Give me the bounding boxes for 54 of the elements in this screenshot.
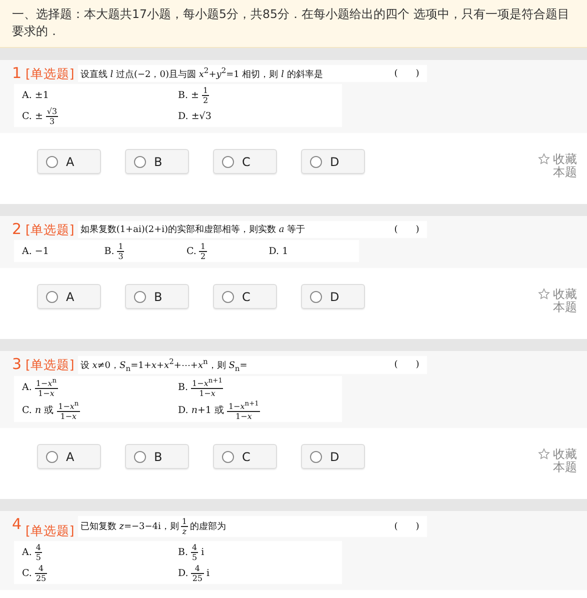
question-text: 如果复数(1+ai)(2+i)的实部和虚部相等，则实数 a 等于: [80, 224, 306, 236]
question-number: 2: [12, 221, 22, 238]
star-icon[interactable]: [538, 153, 550, 165]
choice-text: D. n+1 或 1−x$^{n+1}$ 1−x: [178, 399, 260, 422]
star-icon[interactable]: [538, 288, 550, 300]
answer-option[interactable]: B: [125, 444, 189, 470]
choice-text: A. −1: [22, 244, 49, 258]
answer-blank: ( ): [394, 224, 420, 236]
question-type-tag: [单选题]: [26, 65, 74, 82]
favorite-link[interactable]: 收藏本题: [552, 448, 577, 474]
choice-text: A. 1−x$^{n}$ 1−x: [22, 376, 58, 398]
radio-button[interactable]: [46, 450, 58, 463]
answer-option[interactable]: A: [37, 284, 101, 309]
choice-text: D. 1: [268, 244, 288, 258]
question-number: 1: [12, 65, 22, 82]
radio-button[interactable]: [310, 156, 322, 168]
question-type-tag: [单选题]: [26, 221, 74, 238]
choice-text: C. n 或 1−x$^{n}$ 1−x: [22, 399, 80, 422]
question-number: 3: [12, 356, 22, 373]
radio-button[interactable]: [134, 290, 146, 302]
radio-button[interactable]: [134, 156, 146, 168]
answer-option[interactable]: A: [37, 444, 101, 470]
question-type-tag: [单选题]: [26, 356, 74, 373]
question-number: 4: [12, 516, 22, 534]
question-type-tag: [单选题]: [26, 522, 74, 540]
answer-option[interactable]: D: [301, 284, 365, 309]
star-icon[interactable]: [538, 448, 550, 460]
radio-button[interactable]: [310, 450, 322, 463]
favorite-link[interactable]: 收藏本题: [552, 153, 577, 179]
question-text: 设 x≠0，S$_{n}$=1+x+x$^{2}$+⋯+x$^{n}$，则 S$_{n}$=: [80, 357, 248, 373]
question-text: 设直线 l 过点(−2，0)且与圆 x$^{2}$+y$^{2}$=1 相切，则 l 的斜率是: [80, 66, 323, 81]
answer-option[interactable]: B: [125, 284, 189, 309]
radio-button[interactable]: [222, 450, 234, 463]
radio-button[interactable]: [222, 156, 234, 168]
answer-option[interactable]: C: [213, 284, 277, 309]
answer-option[interactable]: B: [125, 149, 189, 174]
answer-option[interactable]: A: [37, 149, 101, 174]
answer-option[interactable]: D: [301, 149, 365, 174]
radio-button[interactable]: [46, 290, 58, 302]
radio-button[interactable]: [134, 450, 146, 463]
answer-option[interactable]: C: [213, 149, 277, 174]
favorite-link[interactable]: 收藏本题: [552, 288, 577, 314]
choice-text: B. 1−x$^{n+1}$ 1−x: [178, 376, 224, 398]
radio-button[interactable]: [310, 290, 322, 302]
answer-blank: ( ): [394, 359, 420, 372]
radio-button[interactable]: [222, 290, 234, 302]
radio-button[interactable]: [46, 156, 58, 168]
answer-option[interactable]: C: [213, 444, 277, 470]
answer-option[interactable]: D: [301, 444, 365, 470]
answer-blank: ( ): [394, 521, 420, 534]
answer-blank: ( ): [394, 68, 420, 80]
choice-text: D. ±√3: [178, 110, 212, 124]
section-header: 一、选择题：本大题共17小题，每小题5分，共85分．在每小题给出的四个 选项中，只有一项是符合题目要求的．: [0, 0, 587, 48]
choice-text: A. ±1: [22, 88, 49, 102]
